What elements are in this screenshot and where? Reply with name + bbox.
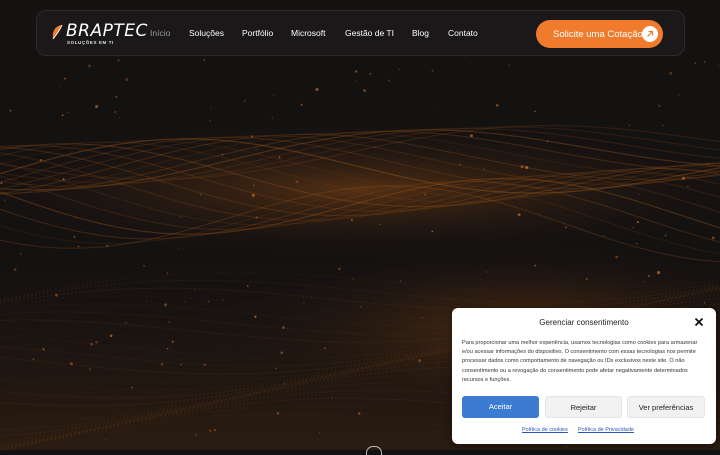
- consent-message: Para proporcionar uma melhor experiência…: [462, 340, 698, 383]
- top-navigation-bar: BRAPTEC SOLUÇÕES EM TI Início Soluções P…: [36, 10, 685, 56]
- logo-tagline: SOLUÇÕES EM TI: [67, 40, 114, 45]
- nav-item-inicio[interactable]: Início: [150, 28, 170, 38]
- nav-item-solucoes[interactable]: Soluções: [189, 28, 224, 38]
- nav-item-portfolio[interactable]: Portfólio: [242, 28, 273, 38]
- request-quote-label: Solicite uma Cotação: [553, 29, 643, 40]
- nav-item-blog[interactable]: Blog: [412, 28, 429, 38]
- reject-button[interactable]: Rejeitar: [545, 396, 622, 418]
- close-icon[interactable]: [694, 317, 704, 327]
- view-preferences-button[interactable]: Ver preferências: [627, 396, 705, 418]
- nav-item-gestao-de-ti[interactable]: Gestão de TI: [345, 28, 394, 38]
- braptec-logo[interactable]: BRAPTEC SOLUÇÕES EM TI: [51, 21, 147, 47]
- cookie-consent-dialog: Gerenciar consentimento Para proporciona…: [452, 308, 716, 444]
- scroll-indicator[interactable]: [366, 446, 382, 455]
- accept-button[interactable]: Aceitar: [462, 396, 539, 418]
- consent-title: Gerenciar consentimento: [539, 318, 629, 327]
- nav-item-microsoft[interactable]: Microsoft: [291, 28, 325, 38]
- privacy-policy-link[interactable]: Política de Privacidade: [578, 427, 634, 433]
- cookie-policy-link[interactable]: Política de cookies: [522, 427, 568, 433]
- leaf-logo-icon: [52, 24, 63, 40]
- arrow-up-right-icon: [642, 26, 658, 42]
- nav-item-contato[interactable]: Contato: [448, 28, 478, 38]
- logo-wordmark: BRAPTEC: [66, 21, 148, 41]
- request-quote-button[interactable]: Solicite uma Cotação: [536, 20, 663, 48]
